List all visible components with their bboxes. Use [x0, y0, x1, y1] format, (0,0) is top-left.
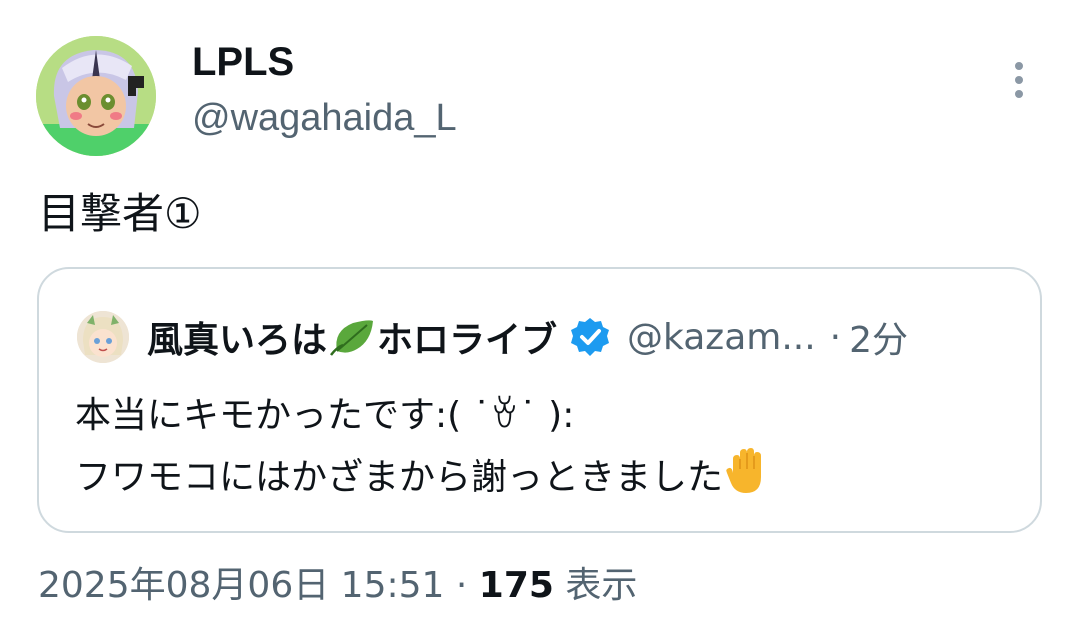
quote-author-avatar[interactable] — [77, 311, 129, 363]
quote-text-line-2-text: フワモコにはかざまから謝っときました — [75, 457, 724, 498]
views-label: 表示 — [565, 565, 638, 606]
quote-tweet-card[interactable]: 風真いろは ホロライブ @kazam... · 2分 本当にキモかったです:( … — [37, 267, 1042, 533]
quote-author-name-text: 風真いろは — [147, 320, 328, 361]
quote-text-line-1: 本当にキモかったです:( ˙ꈊ˙ ): — [75, 395, 575, 436]
quote-author-name-suffix: ホロライブ — [377, 320, 558, 361]
quote-text-line-2: フワモコにはかざまから謝っときました — [75, 447, 767, 509]
author-handle[interactable]: @wagahaida_L — [192, 94, 457, 142]
tweet-timestamp[interactable]: 2025年08月06日 15:51 — [38, 565, 444, 606]
leaf-emoji-icon — [330, 320, 374, 356]
tweet-text: 目撃者① — [38, 189, 202, 238]
quote-timestamp[interactable]: 2分 — [849, 311, 908, 363]
tweet: LPLS @wagahaida_L 目撃者① 風真いろは ホロライブ @kaza… — [0, 0, 1080, 639]
author-avatar[interactable] — [36, 36, 156, 156]
author-display-name[interactable]: LPLS — [192, 38, 457, 86]
tweet-header: LPLS @wagahaida_L — [192, 38, 457, 142]
more-vertical-icon-dot — [1015, 90, 1023, 98]
more-vertical-icon — [1015, 62, 1023, 70]
more-options-button[interactable] — [1000, 56, 1040, 104]
quote-header: 風真いろは ホロライブ @kazam... · 2分 — [77, 311, 908, 363]
quote-separator: · — [829, 316, 842, 358]
verified-badge-icon — [571, 318, 610, 356]
meta-separator: · — [455, 565, 468, 606]
raised-hand-emoji-icon — [726, 448, 762, 493]
views-count[interactable]: 175 — [479, 565, 554, 606]
quote-author-handle[interactable]: @kazam... — [627, 317, 816, 358]
quote-text: 本当にキモかったです:( ˙ꈊ˙ ): フワモコにはかざまから謝っときました — [75, 385, 767, 509]
tweet-meta: 2025年08月06日 15:51 · 175 表示 — [38, 562, 637, 610]
more-vertical-icon-dot — [1015, 76, 1023, 84]
quote-author-name[interactable]: 風真いろは ホロライブ — [147, 311, 557, 363]
